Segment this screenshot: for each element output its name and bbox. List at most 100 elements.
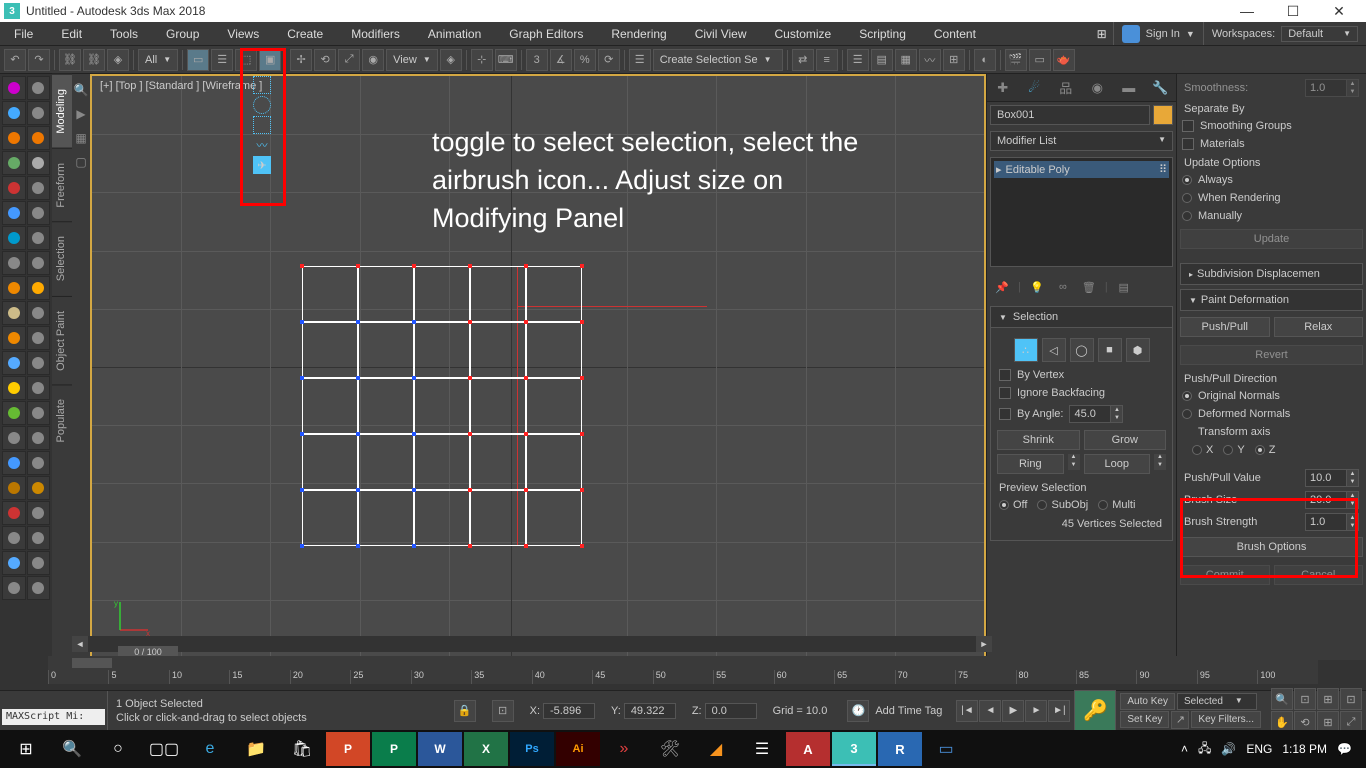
select-name-button[interactable]: ☰	[211, 49, 233, 71]
curve-editor-button[interactable]: 〰	[919, 49, 941, 71]
y-coord[interactable]: 49.322	[624, 703, 676, 719]
box-icon[interactable]: ▢	[74, 152, 88, 172]
paint-deformation-header[interactable]: ▼Paint Deformation	[1180, 289, 1363, 311]
left-tool-icon[interactable]	[2, 176, 26, 200]
left-tool-icon[interactable]	[2, 101, 26, 125]
maximize-button[interactable]: ☐	[1270, 0, 1316, 22]
left-tool-icon[interactable]	[2, 276, 26, 300]
modifier-stack[interactable]: ▸ Editable Poly ⠿	[990, 157, 1173, 267]
nav-icon[interactable]: ⊞	[1317, 688, 1339, 710]
manip-button[interactable]: ⊹	[471, 49, 493, 71]
left-tool-icon[interactable]	[27, 101, 51, 125]
menu-file[interactable]: File	[0, 22, 47, 45]
named-selection-dropdown[interactable]: Create Selection Se▼	[653, 49, 783, 71]
spinner-snap-button[interactable]: ⟳	[598, 49, 620, 71]
maxscript-listener[interactable]: MAXScript Mi:	[2, 709, 105, 725]
left-tool-icon[interactable]	[2, 426, 26, 450]
show-end-result-icon[interactable]: 💡	[1027, 277, 1047, 297]
key-filter-dropdown[interactable]: Selected▼	[1177, 693, 1257, 710]
left-tool-icon[interactable]	[27, 426, 51, 450]
cortana-button[interactable]: ○	[96, 732, 140, 766]
photoshop-icon[interactable]: Ps	[510, 732, 554, 766]
tray-lang[interactable]: ENG	[1246, 742, 1272, 756]
pin-stack-icon[interactable]: 📌	[992, 277, 1012, 297]
left-tool-icon[interactable]	[2, 126, 26, 150]
loop-button[interactable]: Loop	[1084, 454, 1151, 474]
border-level-button[interactable]: ◯	[1070, 338, 1094, 362]
left-tool-icon[interactable]	[2, 501, 26, 525]
play-icon[interactable]: ▶	[74, 104, 88, 124]
left-tool-icon[interactable]	[2, 476, 26, 500]
undo-button[interactable]: ↶	[4, 49, 26, 71]
lasso-icon[interactable]: 〰	[253, 136, 271, 154]
left-tool-icon[interactable]	[27, 226, 51, 250]
z-coord[interactable]: 0.0	[705, 703, 757, 719]
left-tool-icon[interactable]	[27, 451, 51, 475]
selection-filter-dropdown[interactable]: All▼	[138, 49, 178, 71]
edge-icon[interactable]: e	[188, 732, 232, 766]
tray-chevron-icon[interactable]: ˄	[1181, 742, 1188, 756]
menu-create[interactable]: Create	[273, 22, 337, 45]
left-tool-icon[interactable]	[27, 351, 51, 375]
grid-icon[interactable]: ▦	[74, 128, 88, 148]
scroll-right-icon[interactable]: ►	[976, 636, 992, 652]
relax-button[interactable]: Relax	[1274, 317, 1364, 337]
timeline[interactable]: 0510152025303540455055606570758085909510…	[48, 656, 1318, 684]
placement-button[interactable]: ◉	[362, 49, 384, 71]
taskview-button[interactable]: ▢▢	[142, 732, 186, 766]
dotted-circle-icon[interactable]	[253, 96, 271, 114]
left-tool-icon[interactable]	[27, 576, 51, 600]
scroll-left-icon[interactable]: ◄	[72, 636, 88, 652]
menu-modifiers[interactable]: Modifiers	[337, 22, 414, 45]
auto-key-button[interactable]: Auto Key	[1120, 693, 1175, 710]
move-button[interactable]: ✢	[290, 49, 312, 71]
key-icon[interactable]: ↗	[1171, 711, 1189, 729]
zoom-icon[interactable]: 🔍	[74, 80, 88, 100]
render-button[interactable]: 🫖	[1053, 49, 1075, 71]
left-tool-icon[interactable]	[2, 451, 26, 475]
store-icon[interactable]: 🛍	[280, 732, 324, 766]
set-key-large-button[interactable]: 🔑	[1074, 690, 1116, 732]
app-icon[interactable]: ☰	[740, 732, 784, 766]
left-tool-icon[interactable]	[27, 276, 51, 300]
tab-modify-icon[interactable]: ☄	[1022, 77, 1046, 99]
timeline-slider[interactable]	[72, 658, 112, 668]
workspace-dropdown[interactable]: Default ▼	[1281, 26, 1358, 42]
tab-utilities-icon[interactable]: 🔧	[1148, 77, 1172, 99]
app-icon[interactable]: 🛠	[648, 732, 692, 766]
angle-snap-button[interactable]: ∡	[550, 49, 572, 71]
layers-button[interactable]: ☰	[847, 49, 869, 71]
viewport[interactable]: [+] [Top ] [Standard ] [Wireframe ] togg…	[90, 74, 986, 660]
menu-views[interactable]: Views	[213, 22, 273, 45]
tab-create-icon[interactable]: ✚	[991, 77, 1015, 99]
update-button[interactable]: Update	[1180, 229, 1363, 249]
left-tool-icon[interactable]	[2, 151, 26, 175]
revit-icon[interactable]: R	[878, 732, 922, 766]
by-angle-spinner[interactable]: ▲▼	[1069, 405, 1123, 423]
revert-button[interactable]: Revert	[1180, 345, 1363, 365]
ignore-backfacing-checkbox[interactable]: Ignore Backfacing	[997, 384, 1166, 402]
autocad-icon[interactable]: A	[786, 732, 830, 766]
airbrush-icon[interactable]: ✈	[253, 156, 271, 174]
menu-rendering[interactable]: Rendering	[597, 22, 680, 45]
left-tool-icon[interactable]	[2, 201, 26, 225]
schematic-button[interactable]: ⊞	[943, 49, 965, 71]
next-frame-button[interactable]: ►	[1025, 700, 1047, 722]
remove-modifier-icon[interactable]: 🗑	[1079, 277, 1099, 297]
axis-z-radio[interactable]: Z	[1255, 444, 1276, 456]
pivot-button[interactable]: ◈	[440, 49, 462, 71]
left-tool-icon[interactable]	[27, 501, 51, 525]
scale-button[interactable]: ⤢	[338, 49, 360, 71]
minimize-button[interactable]: —	[1224, 0, 1270, 22]
render-frame-button[interactable]: ▭	[1029, 49, 1051, 71]
ring-button[interactable]: Ring	[997, 454, 1064, 474]
smoothing-groups-checkbox[interactable]: Smoothing Groups	[1180, 117, 1363, 135]
explorer-icon[interactable]: 📁	[234, 732, 278, 766]
tab-motion-icon[interactable]: ◉	[1085, 77, 1109, 99]
isolate-icon[interactable]: ⊡	[492, 700, 514, 722]
ribbon-button[interactable]: ▦	[895, 49, 917, 71]
dotted-poly-icon[interactable]	[253, 116, 271, 134]
dotted-rect-icon[interactable]	[253, 76, 271, 94]
vtab-object-paint[interactable]: Object Paint	[52, 296, 72, 385]
tab-hierarchy-icon[interactable]: 品	[1054, 77, 1078, 99]
